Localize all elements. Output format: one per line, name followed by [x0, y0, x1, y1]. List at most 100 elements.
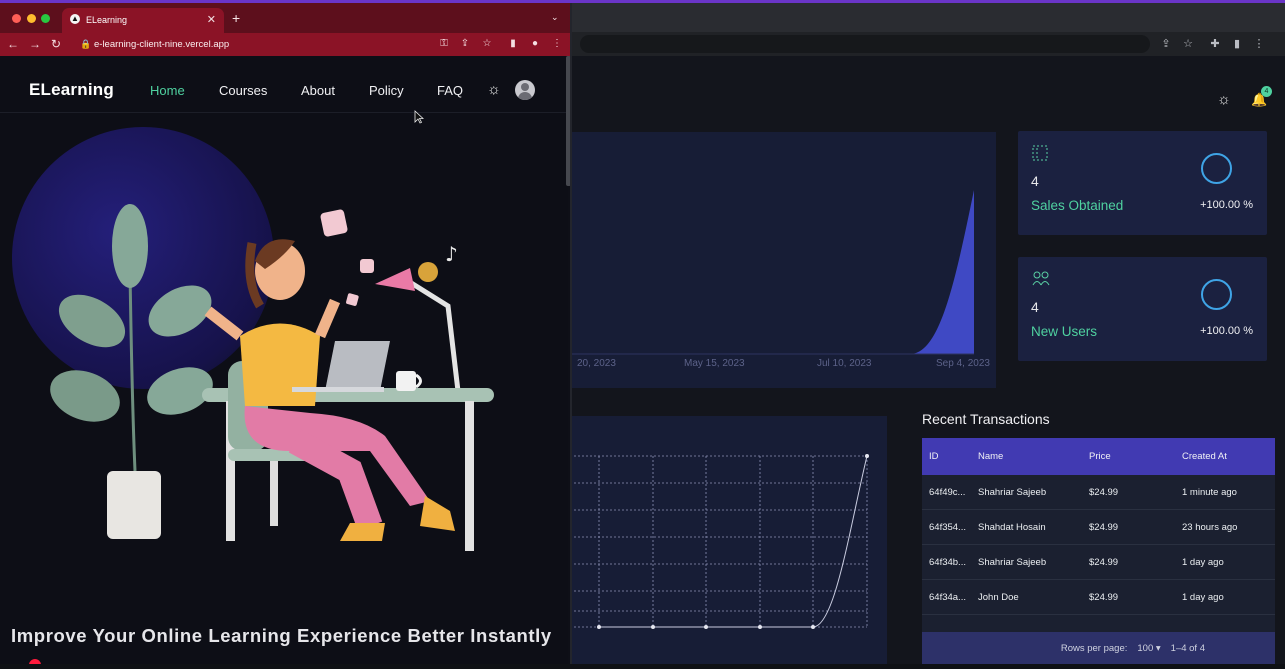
chevron-down-icon: ▾ — [1155, 642, 1161, 654]
cell-price: $24.99 — [1089, 556, 1119, 568]
users-line-chart-panel — [560, 416, 887, 664]
cell-created-at: 23 hours ago — [1182, 521, 1238, 533]
column-header-price[interactable]: Price — [1089, 451, 1182, 462]
window-close-button[interactable] — [12, 14, 21, 23]
back-arrow-icon[interactable]: ← — [6, 37, 20, 51]
heart-card-icon — [320, 209, 348, 237]
line-point — [597, 625, 601, 629]
plant-illustration — [50, 204, 213, 539]
line-series — [599, 455, 868, 628]
dashboard-url-field[interactable] — [580, 35, 1150, 53]
coffee-mug-illustration — [396, 371, 422, 391]
share-icon[interactable]: ⇪ — [458, 37, 472, 51]
cell-id: 64f49c... — [929, 486, 966, 498]
cell-created-at: 1 minute ago — [1182, 486, 1237, 498]
sales-area-chart: 20, 2023 May 15, 2023 Jul 10, 2023 Sep 4… — [560, 190, 990, 369]
cell-name: Shahriar Sajeeb — [978, 486, 1047, 498]
recording-indicator — [29, 659, 41, 664]
users-line-chart — [574, 454, 869, 629]
elearning-browser-window: ▲ ELearning ✕ + ⌄ ← → ↻ 🔒 e-learning-cli… — [0, 3, 572, 664]
table-row[interactable]: 64f34a... John Doe $24.99 1 day ago — [922, 580, 1275, 615]
elearning-page: ♪ ELearning Home Courses About Policy FA… — [0, 56, 568, 664]
heart-card-icon — [360, 259, 374, 273]
rows-per-page-select[interactable]: 100 ▾ — [1137, 643, 1160, 654]
cell-id: 64f34a... — [929, 591, 966, 603]
new-tab-icon[interactable]: + — [232, 10, 240, 26]
profile-icon[interactable]: ● — [528, 37, 542, 51]
stat-card-sales: 4 Sales Obtained +100.00 % — [1018, 131, 1267, 235]
sales-area-chart-panel: 20, 2023 May 15, 2023 Jul 10, 2023 Sep 4… — [560, 132, 996, 388]
column-header-id[interactable]: ID — [922, 451, 978, 462]
bookmark-star-icon[interactable]: ☆ — [480, 37, 494, 51]
cell-name: John Doe — [978, 591, 1019, 603]
theme-toggle-sun-icon[interactable]: ☼ — [1217, 92, 1233, 108]
table-row[interactable]: 64f34b... Shahriar Sajeeb $24.99 1 day a… — [922, 545, 1275, 580]
stat-label: Sales Obtained — [1031, 198, 1124, 213]
address-bar[interactable]: e-learning-client-nine.vercel.app — [94, 39, 229, 50]
heart-card-icon — [346, 293, 359, 306]
progress-ring — [1201, 153, 1232, 184]
sales-grid-icon — [1032, 145, 1050, 163]
hero-illustration: ♪ — [50, 204, 494, 551]
page-scrollbar[interactable] — [566, 56, 570, 186]
chart-grid — [574, 455, 868, 628]
cell-name: Shahriar Sajeeb — [978, 556, 1047, 568]
table-row[interactable]: 64f354... Shahdat Hosain $24.99 23 hours… — [922, 510, 1275, 545]
user-avatar[interactable] — [515, 80, 535, 100]
nav-link-home[interactable]: Home — [150, 83, 185, 98]
cell-price: $24.99 — [1089, 591, 1119, 603]
bookmark-star-icon[interactable]: ☆ — [1180, 36, 1196, 52]
line-point — [651, 625, 655, 629]
share-icon[interactable]: ⇪ — [1158, 36, 1174, 52]
cell-price: $24.99 — [1089, 486, 1119, 498]
sidebar-icon[interactable]: ▮ — [1229, 36, 1245, 52]
reload-icon[interactable]: ↻ — [49, 37, 63, 51]
stat-percent: +100.00 % — [1200, 199, 1253, 211]
kebab-menu-icon[interactable]: ⋮ — [550, 37, 564, 51]
extensions-icon[interactable]: ✚ — [1207, 36, 1223, 52]
browser-tab-bar: ▲ ELearning ✕ + ⌄ — [0, 3, 570, 33]
x-tick-label: Jul 10, 2023 — [817, 358, 872, 369]
site-navbar: ELearning Home Courses About Policy FAQ … — [0, 56, 568, 113]
sidebar-icon[interactable]: ▮ — [506, 37, 520, 51]
browser-tab[interactable]: ▲ ELearning ✕ — [62, 8, 224, 33]
nav-link-courses[interactable]: Courses — [219, 83, 267, 98]
key-icon[interactable]: ⚿ — [437, 37, 451, 51]
x-tick-label: Sep 4, 2023 — [936, 358, 990, 369]
theme-toggle-sun-icon[interactable]: ☼ — [487, 81, 501, 98]
rows-per-page-value: 100 — [1137, 642, 1154, 654]
stat-value: 4 — [1031, 299, 1039, 315]
site-logo[interactable]: ELearning — [29, 80, 114, 100]
line-point — [865, 454, 869, 458]
cell-id: 64f34b... — [929, 556, 966, 568]
tab-close-icon[interactable]: ✕ — [207, 13, 216, 26]
cell-name: Shahdat Hosain — [978, 521, 1046, 533]
cell-price: $24.99 — [1089, 521, 1119, 533]
window-minimize-button[interactable] — [27, 14, 36, 23]
progress-ring — [1201, 279, 1232, 310]
line-point — [811, 625, 815, 629]
stat-label: New Users — [1031, 324, 1098, 339]
table-header: ID Name Price Created At — [922, 438, 1275, 475]
tab-search-chevron-icon[interactable]: ⌄ — [551, 12, 559, 23]
line-point — [704, 625, 708, 629]
hero-headline: Improve Your Online Learning Experience … — [11, 625, 552, 646]
nav-link-about[interactable]: About — [301, 83, 335, 98]
cell-created-at: 1 day ago — [1182, 556, 1224, 568]
kebab-menu-icon[interactable]: ⋮ — [1251, 36, 1267, 52]
table-row[interactable]: 64f49c... Shahriar Sajeeb $24.99 1 minut… — [922, 475, 1275, 510]
transactions-title: Recent Transactions — [922, 411, 1050, 427]
forward-arrow-icon[interactable]: → — [28, 37, 42, 51]
stat-card-users: 4 New Users +100.00 % — [1018, 257, 1267, 361]
nav-link-faq[interactable]: FAQ — [437, 83, 463, 98]
vercel-triangle-icon: ▲ — [70, 14, 80, 24]
browser-toolbar: ← → ↻ 🔒 e-learning-client-nine.vercel.ap… — [0, 33, 570, 56]
tab-title: ELearning — [86, 15, 128, 25]
x-tick-label: May 15, 2023 — [684, 358, 745, 369]
column-header-name[interactable]: Name — [978, 451, 1089, 462]
window-zoom-button[interactable] — [41, 14, 50, 23]
pagination-range: 1–4 of 4 — [1170, 642, 1205, 654]
column-header-created-at[interactable]: Created At — [1182, 451, 1275, 462]
desk-lamp-illustration — [375, 262, 461, 392]
nav-link-policy[interactable]: Policy — [369, 83, 404, 98]
